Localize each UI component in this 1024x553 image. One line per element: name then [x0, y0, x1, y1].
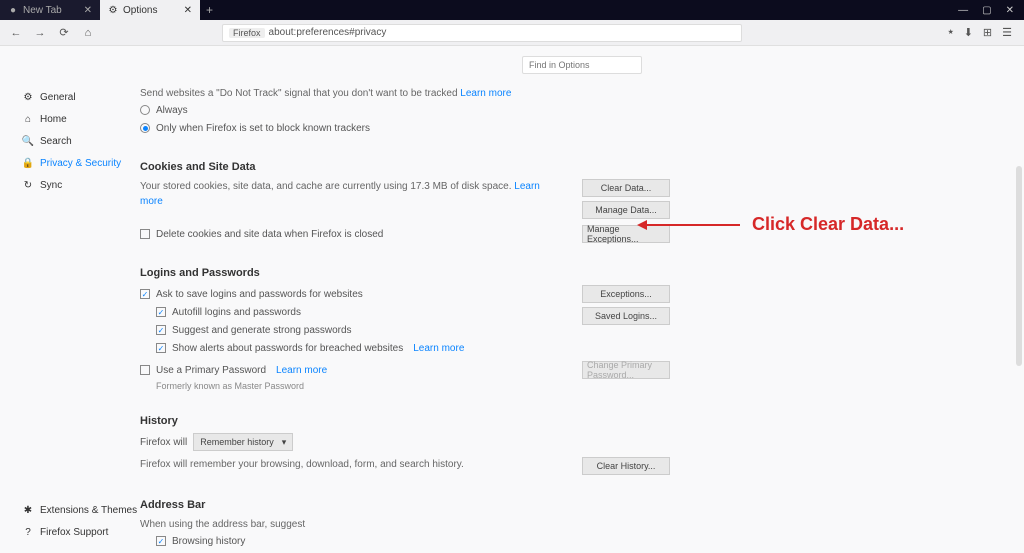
cookies-desc: Your stored cookies, site data, and cach… — [140, 179, 562, 209]
sidebar-item-sync[interactable]: ↻ Sync — [22, 174, 140, 196]
radio-icon — [140, 123, 150, 133]
suggest-checkbox[interactable]: Suggest and generate strong passwords — [156, 321, 562, 339]
sidebar-item-label: Search — [40, 136, 72, 147]
new-tab-button[interactable]: + — [200, 3, 219, 17]
dnt-section: Send websites a "Do Not Track" signal th… — [140, 86, 780, 137]
checkbox-icon — [156, 536, 166, 546]
section-title: Address Bar — [140, 499, 780, 511]
back-button[interactable]: ← — [6, 23, 26, 43]
logins-section: Logins and Passwords Ask to save logins … — [140, 267, 780, 391]
preferences-sidebar: ⚙ General ⌂ Home 🔍 Search 🔒 Privacy & Se… — [0, 46, 140, 553]
url-bar[interactable]: Firefox about:preferences#privacy — [222, 24, 742, 42]
sidebar-item-privacy[interactable]: 🔒 Privacy & Security — [22, 152, 140, 174]
primary-password-checkbox[interactable]: Use a Primary Password Learn more — [140, 361, 562, 379]
history-label: Firefox will — [140, 437, 187, 448]
checkbox-icon — [156, 343, 166, 353]
clear-data-button[interactable]: Clear Data... — [582, 179, 670, 197]
primary-note: Formerly known as Master Password — [156, 381, 780, 391]
chevron-down-icon: ▾ — [282, 437, 287, 448]
history-desc: Firefox will remember your browsing, dow… — [140, 457, 562, 472]
learn-more-link[interactable]: Learn more — [276, 365, 327, 376]
sidebar-item-support[interactable]: ? Firefox Support — [22, 521, 137, 543]
dnt-desc: Send websites a "Do Not Track" signal th… — [140, 86, 780, 101]
downloads-icon[interactable]: ⬇ — [964, 26, 973, 39]
manage-exceptions-button[interactable]: Manage Exceptions... — [582, 225, 670, 243]
radio-icon — [140, 105, 150, 115]
checkbox-icon — [140, 289, 150, 299]
tab-new-tab[interactable]: ● New Tab ✕ — [0, 0, 100, 20]
help-icon: ? — [22, 526, 34, 538]
autofill-checkbox[interactable]: Autofill logins and passwords — [156, 303, 562, 321]
firefox-icon: ● — [8, 5, 18, 15]
learn-more-link[interactable]: Learn more — [413, 343, 464, 354]
puzzle-icon: ✱ — [22, 504, 34, 516]
clear-history-button[interactable]: Clear History... — [582, 457, 670, 475]
sidebar-item-label: Sync — [40, 180, 62, 191]
cookies-section: Cookies and Site Data Your stored cookie… — [140, 161, 780, 243]
manage-data-button[interactable]: Manage Data... — [582, 201, 670, 219]
menu-icon[interactable]: ☰ — [1002, 26, 1012, 39]
close-icon[interactable]: ✕ — [184, 5, 192, 16]
browsing-history-checkbox[interactable]: Browsing history — [156, 532, 780, 550]
sidebar-item-home[interactable]: ⌂ Home — [22, 108, 140, 130]
scrollbar-thumb[interactable] — [1016, 166, 1022, 366]
history-select[interactable]: Remember history ▾ — [193, 433, 293, 451]
section-title: Logins and Passwords — [140, 267, 780, 279]
sync-icon: ↻ — [22, 179, 34, 191]
saved-logins-button[interactable]: Saved Logins... — [582, 307, 670, 325]
sidebar-item-general[interactable]: ⚙ General — [22, 86, 140, 108]
history-section: History Firefox will Remember history ▾ … — [140, 415, 780, 475]
exceptions-button[interactable]: Exceptions... — [582, 285, 670, 303]
browser-window: ● New Tab ✕ ⚙ Options ✕ + — ▢ ✕ ← → ⟳ ⌂ … — [0, 0, 1024, 553]
tab-strip: ● New Tab ✕ ⚙ Options ✕ + — ▢ ✕ — [0, 0, 1024, 20]
forward-button[interactable]: → — [30, 23, 50, 43]
url-badge: Firefox — [229, 28, 265, 38]
sidebar-item-label: General — [40, 92, 76, 103]
search-icon: 🔍 — [22, 135, 34, 147]
checkbox-icon — [156, 307, 166, 317]
sidebar-item-extensions[interactable]: ✱ Extensions & Themes — [22, 499, 137, 521]
home-button[interactable]: ⌂ — [78, 23, 98, 43]
sidebar-item-label: Privacy & Security — [40, 158, 121, 169]
tab-label: Options — [123, 5, 157, 16]
preferences-main: Send websites a "Do Not Track" signal th… — [140, 46, 1024, 553]
dnt-always-radio[interactable]: Always — [140, 101, 780, 119]
nav-toolbar: ← → ⟳ ⌂ Firefox about:preferences#privac… — [0, 20, 1024, 46]
window-controls: — ▢ ✕ — [958, 5, 1024, 16]
maximize-button[interactable]: ▢ — [982, 5, 991, 16]
close-icon[interactable]: ✕ — [84, 5, 92, 16]
sidebar-item-search[interactable]: 🔍 Search — [22, 130, 140, 152]
sidebar-item-label: Extensions & Themes — [40, 505, 137, 516]
alerts-checkbox[interactable]: Show alerts about passwords for breached… — [156, 339, 562, 357]
minimize-button[interactable]: — — [958, 5, 968, 16]
bookmark-icon[interactable]: ⭑ — [948, 26, 954, 39]
lock-icon: 🔒 — [22, 157, 34, 169]
tab-options[interactable]: ⚙ Options ✕ — [100, 0, 200, 20]
library-icon[interactable]: ⊞ — [983, 26, 992, 39]
address-desc: When using the address bar, suggest — [140, 517, 780, 532]
close-button[interactable]: ✕ — [1006, 5, 1014, 16]
checkbox-icon — [156, 325, 166, 335]
sidebar-item-label: Home — [40, 114, 67, 125]
preferences-content: ⚙ General ⌂ Home 🔍 Search 🔒 Privacy & Se… — [0, 46, 1024, 553]
section-title: Cookies and Site Data — [140, 161, 780, 173]
sidebar-item-label: Firefox Support — [40, 527, 108, 538]
tab-label: New Tab — [23, 5, 62, 16]
gear-icon: ⚙ — [22, 91, 34, 103]
toolbar-right: ⭑ ⬇ ⊞ ☰ — [948, 26, 1018, 39]
address-section: Address Bar When using the address bar, … — [140, 499, 780, 550]
ask-save-checkbox[interactable]: Ask to save logins and passwords for web… — [140, 285, 562, 303]
dnt-only-radio[interactable]: Only when Firefox is set to block known … — [140, 119, 780, 137]
change-primary-button: Change Primary Password... — [582, 361, 670, 379]
home-icon: ⌂ — [22, 113, 34, 125]
url-text: about:preferences#privacy — [269, 27, 387, 38]
checkbox-icon — [140, 229, 150, 239]
search-input[interactable] — [522, 56, 642, 74]
checkbox-icon — [140, 365, 150, 375]
gear-icon: ⚙ — [108, 5, 118, 15]
learn-more-link[interactable]: Learn more — [460, 88, 511, 99]
delete-cookies-checkbox[interactable]: Delete cookies and site data when Firefo… — [140, 225, 562, 243]
section-title: History — [140, 415, 780, 427]
reload-button[interactable]: ⟳ — [54, 23, 74, 43]
